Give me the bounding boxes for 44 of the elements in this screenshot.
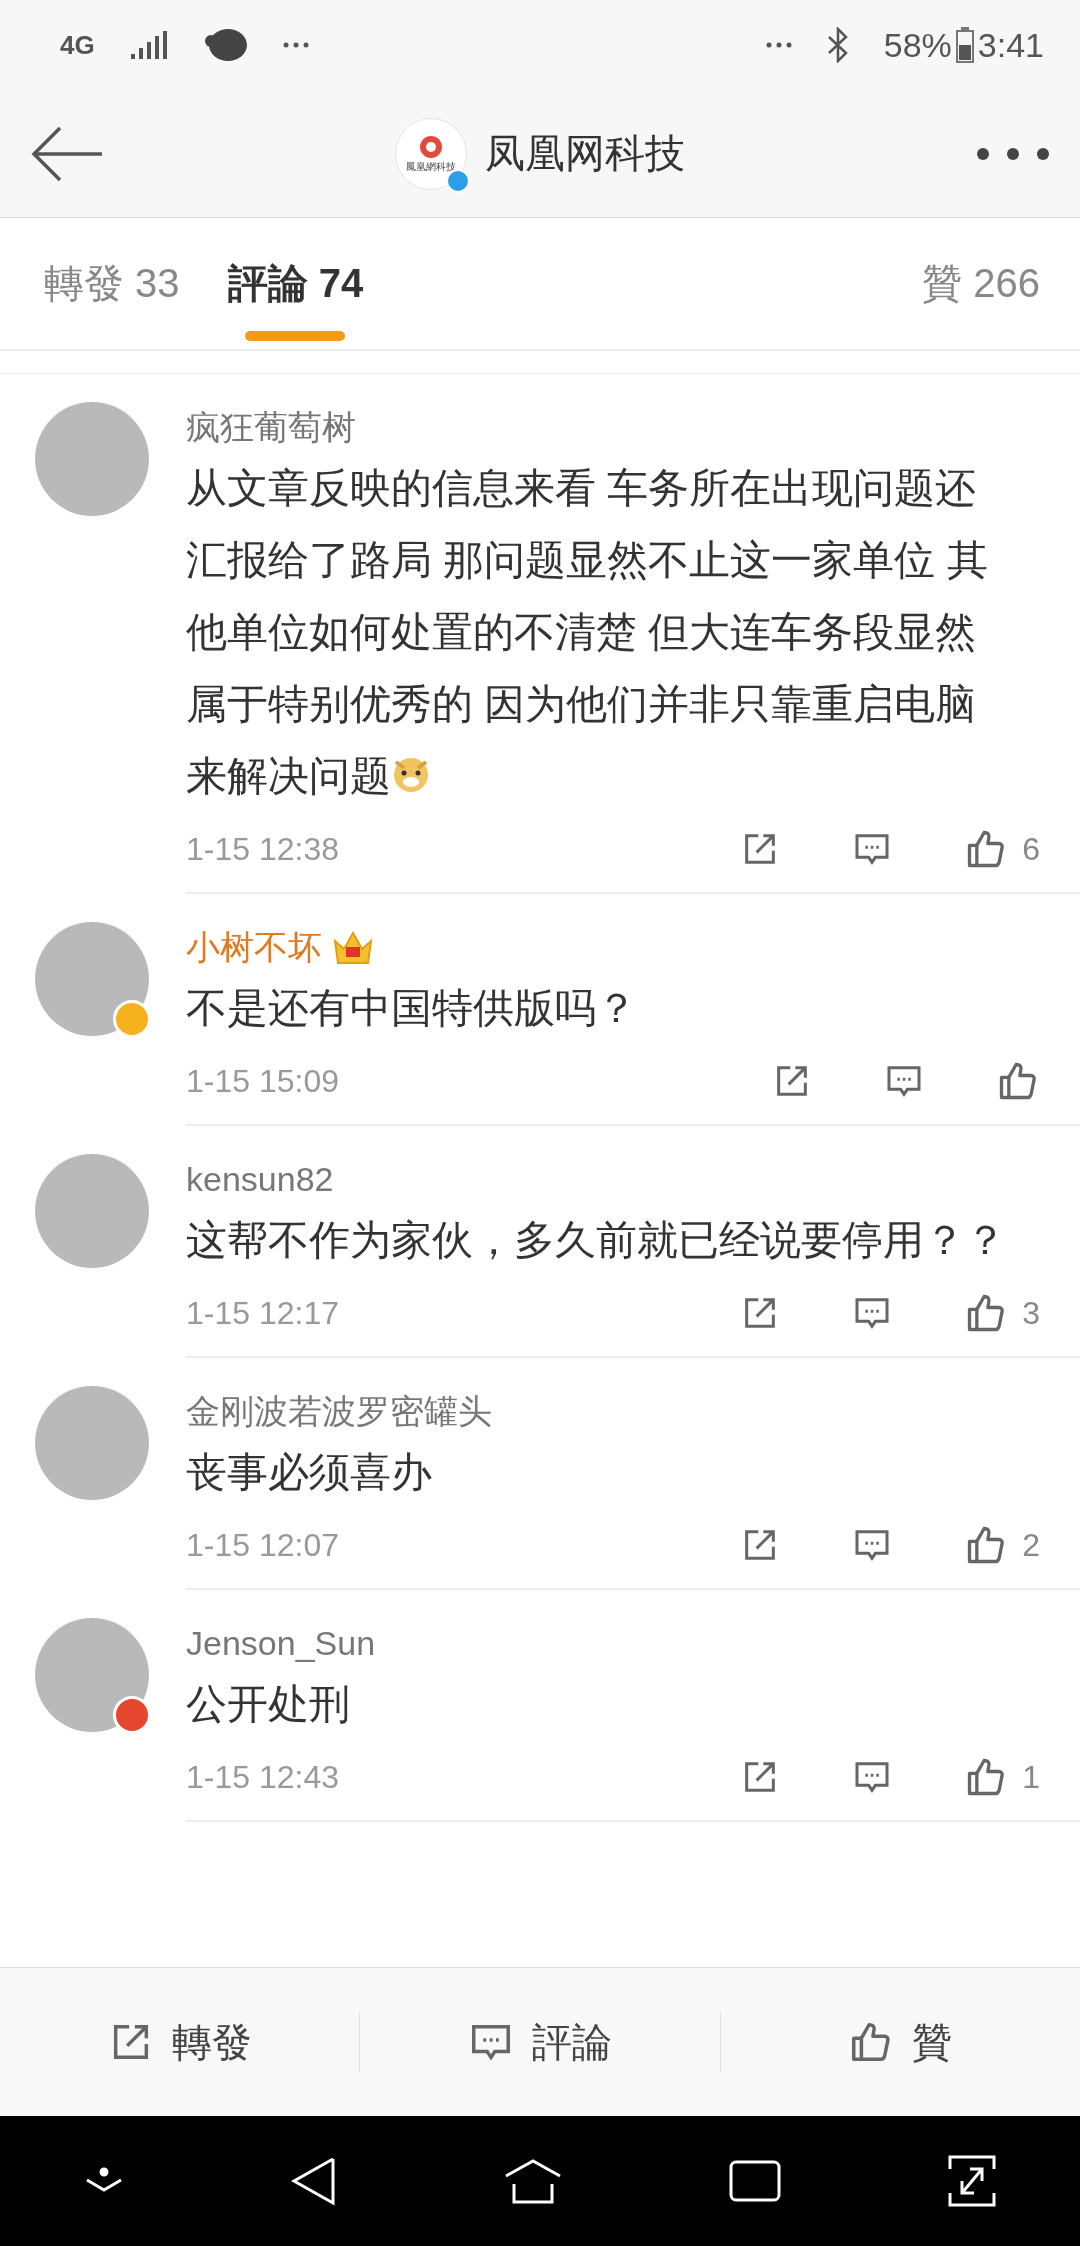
username[interactable]: Jenson_Sun: [186, 1618, 376, 1668]
expand-icon[interactable]: [948, 2155, 997, 2207]
username[interactable]: kensun82: [186, 1154, 334, 1204]
account-title: 凤凰网科技: [485, 130, 685, 177]
comment-time: 1-15 15:09: [186, 1062, 340, 1100]
battery-percentage: 58%: [883, 25, 952, 65]
repost-button[interactable]: 轉發: [0, 1992, 360, 2092]
tab[interactable]: 轉發 33: [44, 218, 180, 349]
battery-icon: [955, 27, 974, 63]
recent-apps-icon[interactable]: [729, 2160, 782, 2202]
avatar-caption: 鳳凰網科技: [406, 159, 456, 174]
comment-text: 从文章反映的信息来看 车务所在出现问题还汇报给了路局 那问题显然不止这一家单位 其他单位如何处置的不清楚 但大连车务段显然属于特别优秀的 因为他们并非只靠重启电脑来解决问题: [186, 464, 989, 801]
account-avatar[interactable]: 鳳凰網科技: [395, 117, 467, 190]
comment-time: 1-15 12:38: [186, 830, 340, 868]
logo-icon: [418, 133, 444, 160]
signal-icon: [128, 30, 169, 60]
comment-text: 这帮不作为家伙，多久前就已经说要停用？？: [186, 1216, 1007, 1265]
comment-time: 1-15 12:07: [186, 1526, 340, 1564]
like-count: 2: [1022, 1526, 1040, 1564]
crown-icon: [332, 929, 374, 965]
like-count: 6: [1022, 830, 1040, 868]
home-icon[interactable]: [503, 2158, 562, 2204]
username[interactable]: 金刚波若波罗密罐头: [186, 1386, 492, 1436]
comment-button[interactable]: 評論: [360, 1992, 720, 2092]
more-options-icon[interactable]: [976, 146, 1050, 161]
tab[interactable]: 贊 266: [922, 218, 1040, 349]
back-triangle-icon[interactable]: [290, 2156, 337, 2206]
like-button[interactable]: 贊: [720, 1992, 1080, 2092]
username[interactable]: 小树不坏: [186, 922, 322, 972]
network-type: 4G: [60, 29, 95, 61]
clock-time: 3:41: [977, 25, 1044, 65]
back-arrow-icon[interactable]: [30, 124, 104, 183]
comment-text: 不是还有中国特供版吗？: [186, 984, 638, 1033]
comment-text: 丧事必须喜办: [186, 1448, 433, 1497]
like-count: 3: [1022, 1294, 1040, 1332]
tab[interactable]: 評論 74: [227, 218, 364, 349]
app-notification-icon: [202, 27, 249, 63]
comment-time: 1-15 12:43: [186, 1758, 340, 1796]
username[interactable]: 疯狂葡萄树: [186, 402, 356, 452]
comment-time: 1-15 12:17: [186, 1294, 340, 1332]
comment-text: 公开处刑: [186, 1680, 351, 1729]
like-count: 1: [1022, 1758, 1040, 1796]
more-icon: [282, 42, 309, 48]
more-icon: [765, 42, 792, 48]
